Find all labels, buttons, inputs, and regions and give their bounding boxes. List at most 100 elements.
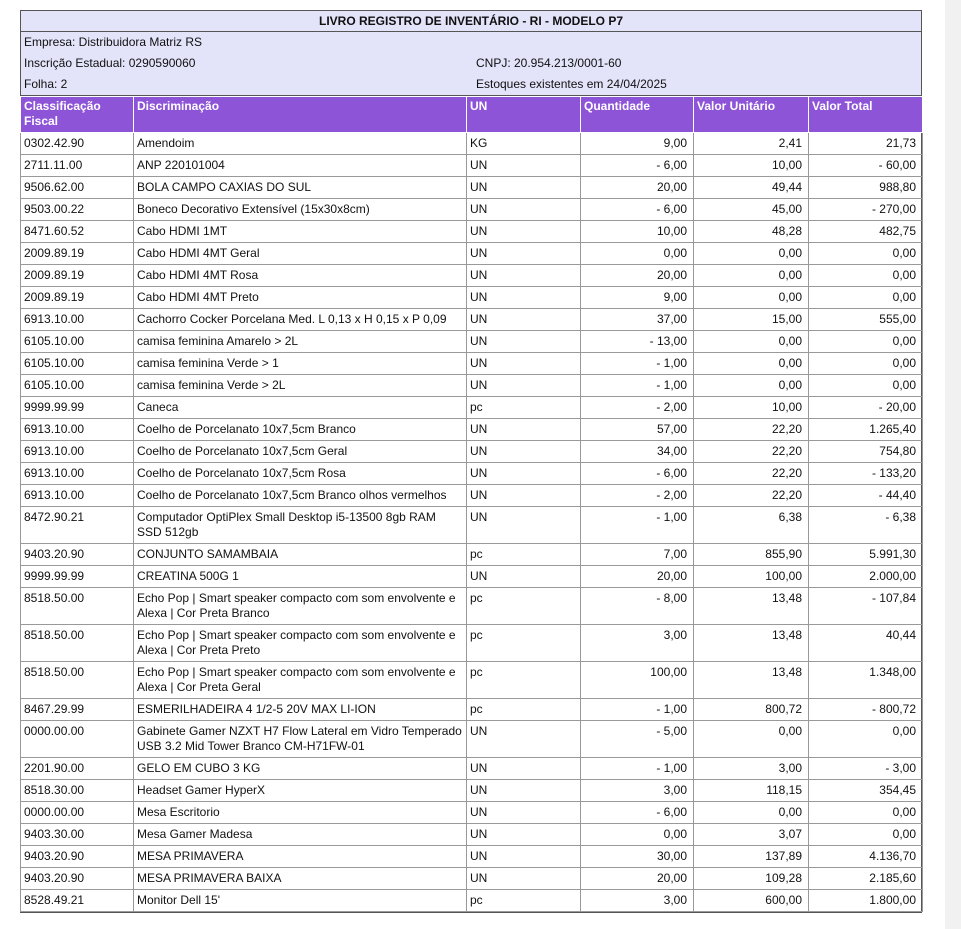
cell-classification: 2009.89.19 xyxy=(20,242,134,265)
cell-unit: UN xyxy=(466,352,581,375)
cell-quantity: - 1,00 xyxy=(580,352,694,375)
cell-quantity: 10,00 xyxy=(580,220,694,243)
cell-unit-value: 800,72 xyxy=(693,698,809,721)
cell-description: BOLA CAMPO CAXIAS DO SUL xyxy=(133,176,467,199)
cell-classification: 9403.20.90 xyxy=(20,867,134,890)
cell-total-value: 555,00 xyxy=(808,308,923,331)
cell-classification: 8518.50.00 xyxy=(20,624,134,662)
table-row: 9999.99.99 CREATINA 500G 1 UN 20,00 100,00 2.… xyxy=(20,565,923,588)
table-row: 2009.89.19 Cabo HDMI 4MT Preto UN 9,00 0,00 0… xyxy=(20,286,923,309)
cell-quantity: - 6,00 xyxy=(580,801,694,824)
cell-description: Echo Pop | Smart speaker compacto com so… xyxy=(133,587,467,625)
cell-total-value: 0,00 xyxy=(808,374,923,397)
table-row: 9506.62.00 BOLA CAMPO CAXIAS DO SUL UN 20,0… xyxy=(20,176,923,199)
cell-classification: 6105.10.00 xyxy=(20,374,134,397)
cell-description: CONJUNTO SAMAMBAIA xyxy=(133,543,467,566)
table-row: 9403.20.90 CONJUNTO SAMAMBAIA pc 7,00 855,90… xyxy=(20,543,923,566)
table-row: 0302.42.90 Amendoim KG 9,00 2,41 21,73 xyxy=(20,132,923,155)
cell-total-value: 0,00 xyxy=(808,330,923,353)
cell-description: Echo Pop | Smart speaker compacto com so… xyxy=(133,661,467,699)
table-body: 0302.42.90 Amendoim KG 9,00 2,41 21,73 2711.11… xyxy=(20,132,923,912)
cell-unit-value: 48,28 xyxy=(693,220,809,243)
cell-description: camisa feminina Verde > 1 xyxy=(133,352,467,375)
cell-total-value: - 3,00 xyxy=(808,757,923,780)
cell-quantity: - 1,00 xyxy=(580,757,694,780)
cell-unit-value: 13,48 xyxy=(693,587,809,625)
cell-classification: 8472.90.21 xyxy=(20,506,134,544)
cell-total-value: - 6,38 xyxy=(808,506,923,544)
table-row: 9403.30.00 Mesa Gamer Madesa UN 0,00 3,07 0,0… xyxy=(20,823,923,846)
cell-total-value: 0,00 xyxy=(808,823,923,846)
cell-quantity: 37,00 xyxy=(580,308,694,331)
cell-classification: 8518.50.00 xyxy=(20,661,134,699)
cell-description: ANP 220101004 xyxy=(133,154,467,177)
cell-unit: UN xyxy=(466,779,581,802)
cell-quantity: 20,00 xyxy=(580,565,694,588)
cell-quantity: 34,00 xyxy=(580,440,694,463)
cell-classification: 9403.20.90 xyxy=(20,845,134,868)
cell-unit: UN xyxy=(466,220,581,243)
cell-unit: UN xyxy=(466,801,581,824)
cell-total-value: 0,00 xyxy=(808,264,923,287)
cell-classification: 2009.89.19 xyxy=(20,264,134,287)
cell-unit: UN xyxy=(466,757,581,780)
cell-description: Monitor Dell 15' xyxy=(133,889,467,912)
cell-classification: 6913.10.00 xyxy=(20,418,134,441)
col-header-unit-value: Valor Unitário xyxy=(693,96,809,133)
table-row: 8467.29.99 ESMERILHADEIRA 4 1/2-5 20V MAX… xyxy=(20,698,923,721)
cell-description: Computador OptiPlex Small Desktop i5-135… xyxy=(133,506,467,544)
report-title: LIVRO REGISTRO DE INVENTÁRIO - RI - MODE… xyxy=(21,11,921,32)
table-row: 8518.50.00 Echo Pop | Smart speaker compa… xyxy=(20,587,923,625)
cell-quantity: 9,00 xyxy=(580,286,694,309)
cell-unit-value: 10,00 xyxy=(693,154,809,177)
cell-total-value: 0,00 xyxy=(808,286,923,309)
table-row: 8472.90.21 Computador OptiPlex Small Desk… xyxy=(20,506,923,544)
cell-quantity: - 6,00 xyxy=(580,198,694,221)
cell-description: camisa feminina Amarelo > 2L xyxy=(133,330,467,353)
cell-classification: 9403.20.90 xyxy=(20,543,134,566)
cell-total-value: - 133,20 xyxy=(808,462,923,485)
cell-description: Mesa Gamer Madesa xyxy=(133,823,467,846)
cell-unit-value: 13,48 xyxy=(693,624,809,662)
cell-classification: 8518.50.00 xyxy=(20,587,134,625)
col-header-total-value: Valor Total xyxy=(808,96,923,133)
cell-total-value: - 44,40 xyxy=(808,484,923,507)
cell-description: MESA PRIMAVERA xyxy=(133,845,467,868)
cell-description: Boneco Decorativo Extensível (15x30x8cm) xyxy=(133,198,467,221)
cell-total-value: 5.991,30 xyxy=(808,543,923,566)
cell-unit: UN xyxy=(466,867,581,890)
cell-quantity: - 1,00 xyxy=(580,374,694,397)
cell-description: GELO EM CUBO 3 KG xyxy=(133,757,467,780)
table-row: 6105.10.00 camisa feminina Verde > 2L UN - … xyxy=(20,374,923,397)
state-registration: Inscrição Estadual: 0290590060 xyxy=(24,56,196,70)
cell-unit-value: 118,15 xyxy=(693,779,809,802)
cell-classification: 9503.00.22 xyxy=(20,198,134,221)
cell-unit-value: 0,00 xyxy=(693,720,809,758)
cell-unit: UN xyxy=(466,198,581,221)
cell-unit-value: 109,28 xyxy=(693,867,809,890)
cell-classification: 0000.00.00 xyxy=(20,801,134,824)
table-row: 6105.10.00 camisa feminina Amarelo > 2L UN… xyxy=(20,330,923,353)
cell-unit-value: 22,20 xyxy=(693,440,809,463)
col-header-quantity: Quantidade xyxy=(580,96,694,133)
cell-unit: UN xyxy=(466,484,581,507)
cell-classification: 6913.10.00 xyxy=(20,308,134,331)
cell-quantity: 57,00 xyxy=(580,418,694,441)
cell-total-value: 482,75 xyxy=(808,220,923,243)
cell-unit: pc xyxy=(466,889,581,912)
cell-quantity: 30,00 xyxy=(580,845,694,868)
cell-total-value: 988,80 xyxy=(808,176,923,199)
cell-unit-value: 0,00 xyxy=(693,352,809,375)
inventory-table: Classificação Fiscal Discriminação UN Qu… xyxy=(20,96,923,912)
cell-unit-value: 0,00 xyxy=(693,242,809,265)
company-info: Empresa: Distribuidora Matriz RS Inscriç… xyxy=(21,32,921,96)
cell-unit-value: 22,20 xyxy=(693,418,809,441)
cell-total-value: 754,80 xyxy=(808,440,923,463)
cell-classification: 8528.49.21 xyxy=(20,889,134,912)
vertical-scrollbar[interactable] xyxy=(945,0,961,929)
cell-total-value: 1.265,40 xyxy=(808,418,923,441)
cell-unit-value: 22,20 xyxy=(693,484,809,507)
table-row: 0000.00.00 Mesa Escritorio UN - 6,00 0,00 0,0… xyxy=(20,801,923,824)
cell-classification: 8467.29.99 xyxy=(20,698,134,721)
cell-total-value: 4.136,70 xyxy=(808,845,923,868)
